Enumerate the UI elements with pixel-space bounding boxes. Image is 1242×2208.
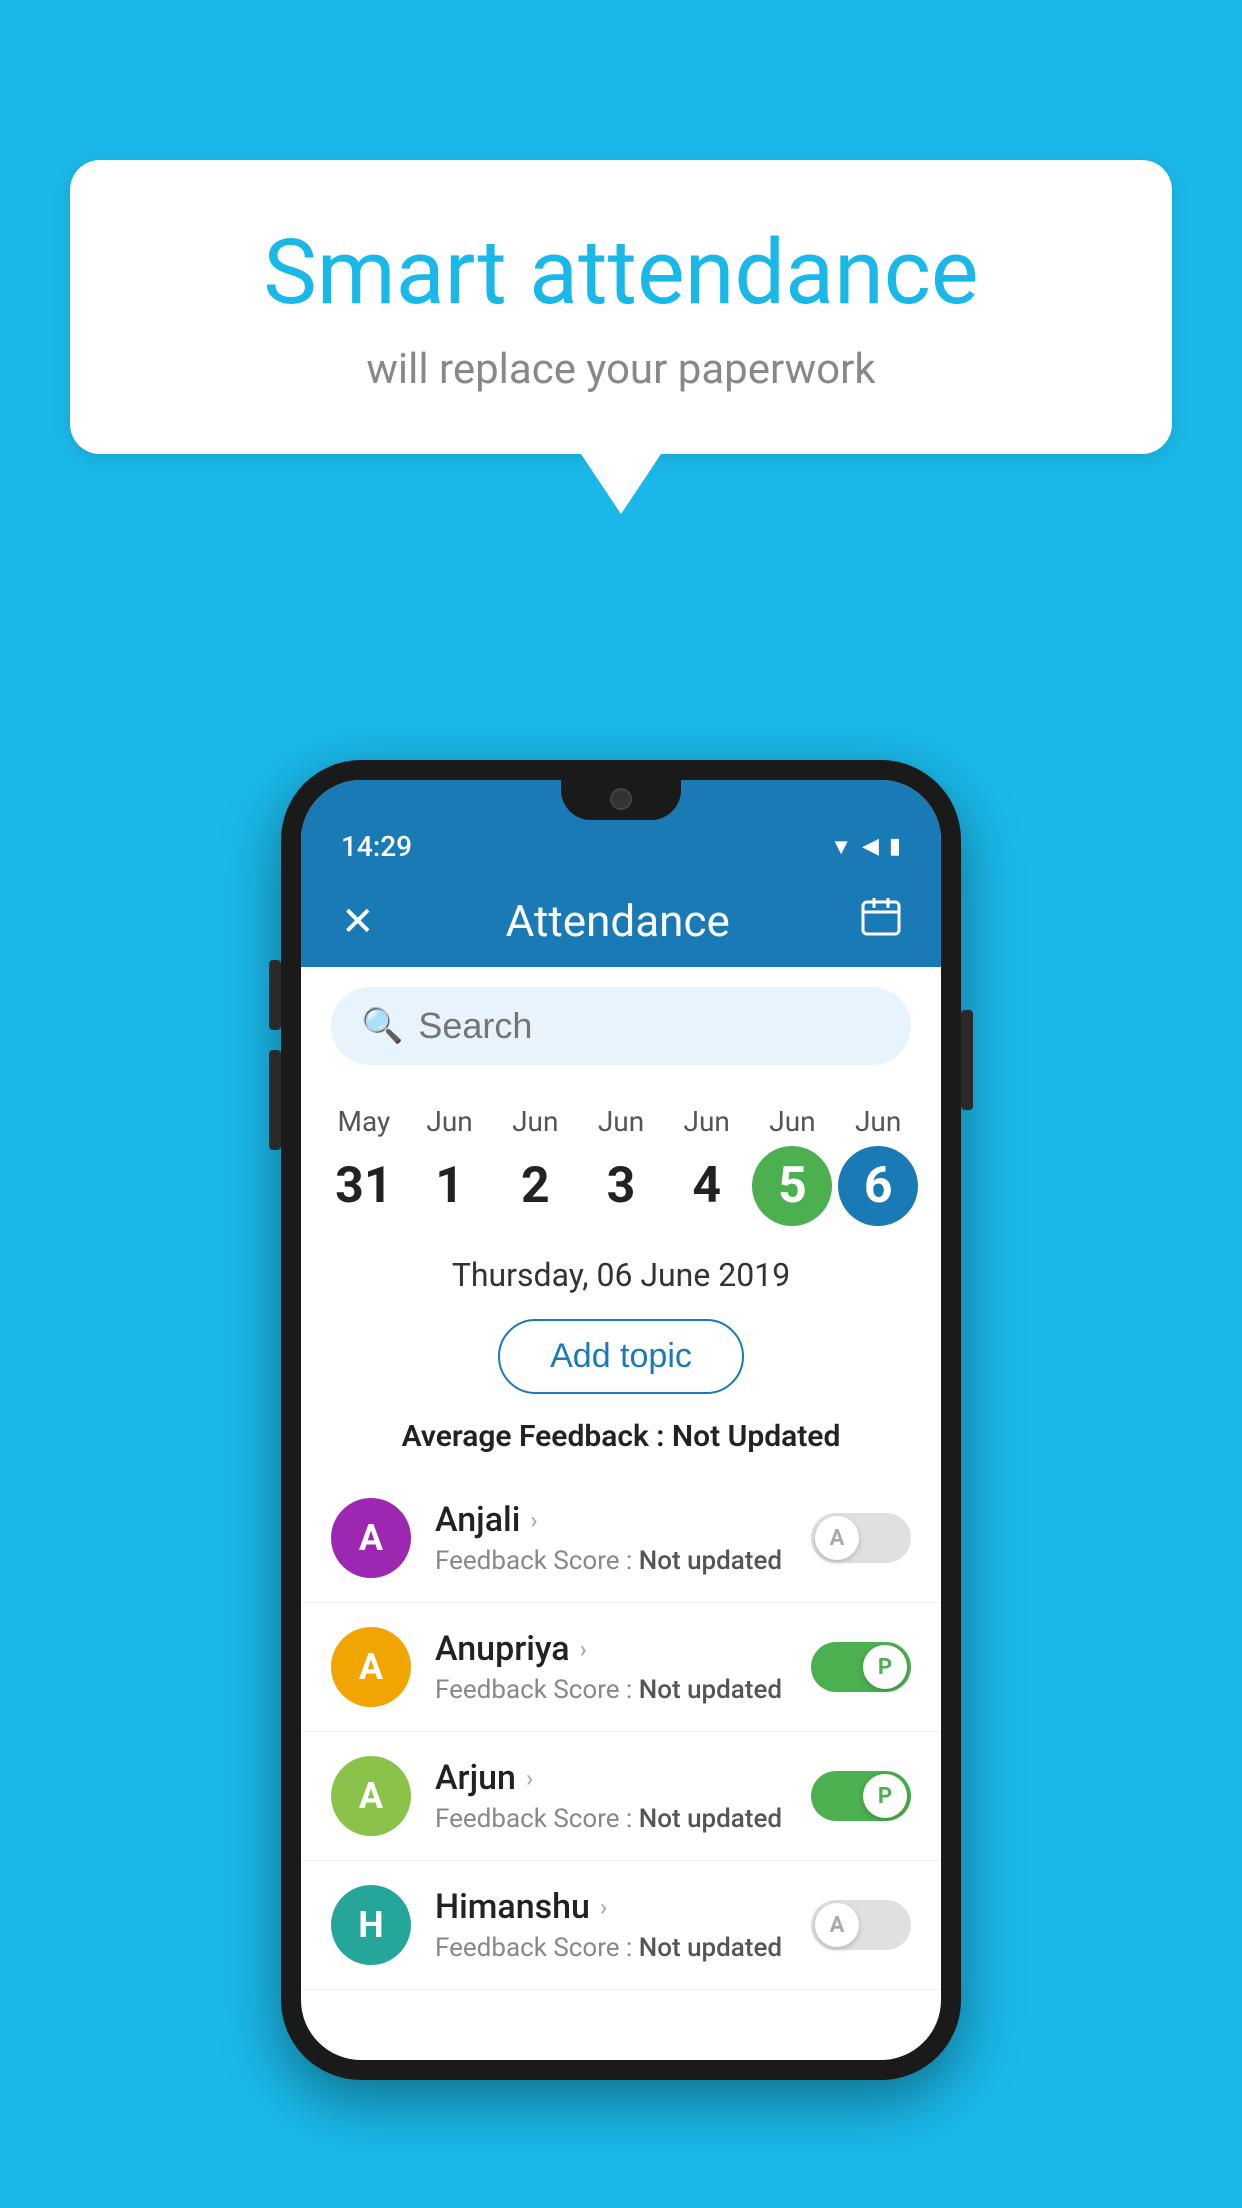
chevron-right-icon: ›: [580, 1635, 587, 1663]
student-info: Himanshu › Feedback Score : Not updated: [435, 1887, 811, 1963]
toggle-knob: P: [863, 1774, 907, 1818]
feedback-score: Feedback Score : Not updated: [435, 1933, 811, 1963]
avg-feedback: Average Feedback : Not Updated: [301, 1404, 941, 1474]
speech-bubble-arrow: [581, 454, 661, 514]
attendance-toggle[interactable]: A: [811, 1900, 911, 1950]
avatar: A: [331, 1627, 411, 1707]
student-name: Anupriya ›: [435, 1629, 811, 1669]
feedback-score: Feedback Score : Not updated: [435, 1804, 811, 1834]
calendar-day[interactable]: May 31: [321, 1105, 407, 1226]
avatar: A: [331, 1498, 411, 1578]
chevron-right-icon: ›: [530, 1506, 537, 1534]
cal-month-label: Jun: [598, 1105, 644, 1138]
status-time: 14:29: [341, 830, 412, 863]
calendar-day[interactable]: Jun 4: [664, 1105, 750, 1226]
app-bar: ✕ Attendance: [301, 875, 941, 967]
cal-date-number[interactable]: 31: [324, 1146, 404, 1226]
calendar-strip: May 31 Jun 1 Jun 2 Jun 3 Jun 4 Jun 5 Jun 6: [301, 1085, 941, 1236]
calendar-day[interactable]: Jun 5: [750, 1105, 836, 1226]
speech-bubble-container: Smart attendance will replace your paper…: [70, 160, 1172, 514]
search-icon: 🔍: [361, 1006, 403, 1046]
cal-month-label: Jun: [769, 1105, 815, 1138]
cal-date-number[interactable]: 4: [667, 1146, 747, 1226]
signal-icon: ◀: [862, 834, 879, 859]
cal-date-number[interactable]: 5: [752, 1146, 832, 1226]
volume-down-button: [269, 1050, 281, 1150]
selected-date: Thursday, 06 June 2019: [301, 1236, 941, 1309]
student-name: Anjali ›: [435, 1500, 811, 1540]
bubble-title: Smart attendance: [150, 220, 1092, 325]
volume-up-button: [269, 960, 281, 1030]
student-row[interactable]: AAnjali ›Feedback Score : Not updatedA: [301, 1474, 941, 1603]
wifi-icon: ▼: [830, 834, 852, 860]
close-button[interactable]: ✕: [341, 898, 375, 945]
calendar-day[interactable]: Jun 1: [407, 1105, 493, 1226]
speech-bubble: Smart attendance will replace your paper…: [70, 160, 1172, 454]
bubble-subtitle: will replace your paperwork: [150, 345, 1092, 394]
search-container[interactable]: 🔍: [331, 987, 911, 1065]
avg-feedback-label: Average Feedback :: [402, 1419, 672, 1454]
search-input[interactable]: [418, 1005, 883, 1047]
cal-date-number[interactable]: 1: [410, 1146, 490, 1226]
cal-date-number[interactable]: 2: [495, 1146, 575, 1226]
student-info: Anupriya › Feedback Score : Not updated: [435, 1629, 811, 1705]
student-name: Himanshu ›: [435, 1887, 811, 1927]
calendar-day[interactable]: Jun 2: [492, 1105, 578, 1226]
phone-camera: [610, 788, 632, 810]
status-icons: ▼ ◀ ▮: [830, 834, 901, 860]
student-row[interactable]: A Anupriya › Feedback Score : Not updated P: [301, 1603, 941, 1732]
student-row[interactable]: H Himanshu › Feedback Score : Not updatedA: [301, 1861, 941, 1990]
battery-icon: ▮: [889, 834, 901, 859]
calendar-day[interactable]: Jun 3: [578, 1105, 664, 1226]
student-row[interactable]: A Arjun › Feedback Score : Not updated P: [301, 1732, 941, 1861]
add-topic-button[interactable]: Add topic: [498, 1319, 744, 1394]
toggle-knob: P: [863, 1645, 907, 1689]
avg-feedback-value: Not Updated: [672, 1419, 840, 1454]
cal-month-label: Jun: [684, 1105, 730, 1138]
student-info: Arjun › Feedback Score : Not updated: [435, 1758, 811, 1834]
avatar: A: [331, 1756, 411, 1836]
student-list: AAnjali ›Feedback Score : Not updatedAAA…: [301, 1474, 941, 1990]
calendar-button[interactable]: [861, 896, 901, 946]
phone-frame: 14:29 ▼ ◀ ▮ ✕ Attendance: [281, 760, 961, 2080]
feedback-score: Feedback Score : Not updated: [435, 1675, 811, 1705]
cal-month-label: Jun: [855, 1105, 901, 1138]
app-title: Attendance: [506, 895, 730, 947]
student-info: Anjali › Feedback Score : Not updated: [435, 1500, 811, 1576]
toggle-knob: A: [815, 1516, 859, 1560]
calendar-day[interactable]: Jun 6: [835, 1105, 921, 1226]
power-button: [961, 1010, 973, 1110]
attendance-toggle[interactable]: P: [811, 1771, 911, 1821]
cal-date-number[interactable]: 6: [838, 1146, 918, 1226]
cal-month-label: Jun: [426, 1105, 472, 1138]
attendance-toggle[interactable]: P: [811, 1642, 911, 1692]
cal-month-label: May: [338, 1105, 391, 1138]
avatar: H: [331, 1885, 411, 1965]
attendance-toggle[interactable]: A: [811, 1513, 911, 1563]
chevron-right-icon: ›: [526, 1764, 533, 1792]
phone-container: 14:29 ▼ ◀ ▮ ✕ Attendance: [281, 760, 961, 2080]
chevron-right-icon: ›: [600, 1893, 607, 1921]
cal-month-label: Jun: [512, 1105, 558, 1138]
toggle-knob: A: [815, 1903, 859, 1947]
cal-date-number[interactable]: 3: [581, 1146, 661, 1226]
feedback-score: Feedback Score : Not updated: [435, 1546, 811, 1576]
student-name: Arjun ›: [435, 1758, 811, 1798]
phone-screen: 14:29 ▼ ◀ ▮ ✕ Attendance: [301, 780, 941, 2060]
